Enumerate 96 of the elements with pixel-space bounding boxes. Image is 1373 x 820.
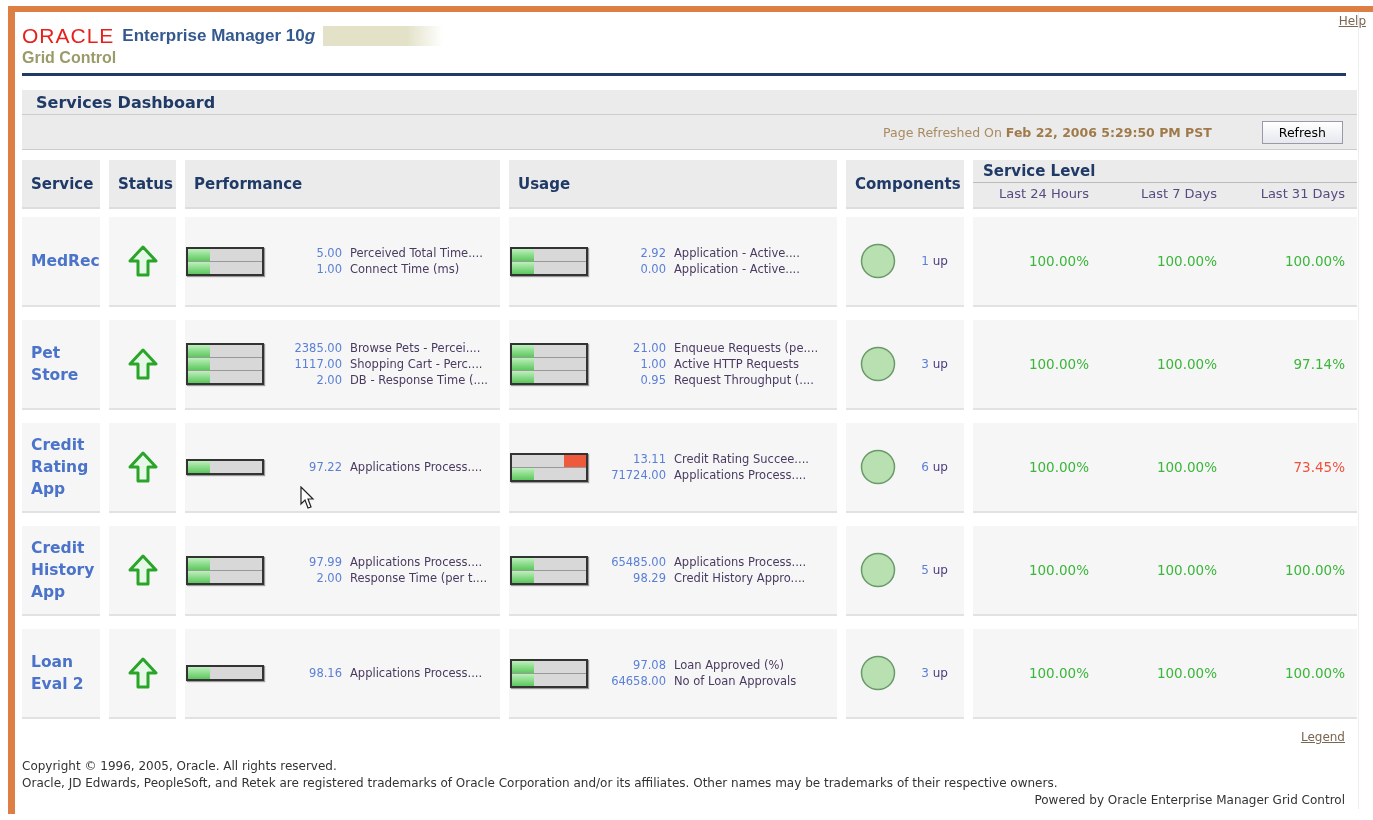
metric-value[interactable]: 0.95 (640, 373, 666, 387)
metric-name: Request Throughput (.... (674, 373, 815, 387)
service-link[interactable]: MedRec (22, 250, 100, 272)
component-count-link[interactable]: 3 (921, 357, 929, 371)
column-header: Components (846, 160, 964, 209)
metric-value[interactable]: 0.00 (640, 262, 666, 276)
metric-value[interactable]: 97.99 (309, 555, 342, 569)
metric-value[interactable]: 64658.00 (611, 674, 666, 688)
metric-name: Loan Approved (%) (674, 658, 785, 672)
service-level-value: 100.00% (1155, 356, 1218, 372)
service-link[interactable]: Pet Store (22, 342, 100, 386)
metric-value[interactable]: 97.08 (633, 658, 666, 672)
service-level-header: Service Level (973, 160, 1357, 183)
component-status: up (932, 254, 948, 268)
metric-name: Perceived Total Time.... (350, 246, 483, 260)
service-level-value: 100.00% (1155, 562, 1218, 578)
metric-name: Browse Pets - Percei.... (350, 341, 482, 355)
column-header: Service (22, 160, 100, 209)
metric-value[interactable]: 5.00 (316, 246, 342, 260)
service-level-value: 100.00% (1027, 253, 1090, 269)
service-link[interactable]: Loan Eval 2 (22, 651, 100, 695)
metric-name: Credit Rating Succee.... (674, 452, 809, 466)
metric-value[interactable]: 1.00 (316, 262, 342, 276)
service-link[interactable]: Credit Rating App (22, 434, 100, 500)
metric-value[interactable]: 71724.00 (611, 468, 666, 482)
column-header: Usage (509, 160, 837, 209)
service-link[interactable]: Credit History App (22, 537, 100, 603)
metric-value[interactable]: 1117.00 (294, 357, 342, 371)
service-level-value: 100.00% (1027, 665, 1090, 681)
metric-name: DB - Response Time (.... (350, 373, 488, 387)
product-subtitle: Grid Control (22, 49, 118, 67)
refresh-timestamp: Page Refreshed On Feb 22, 2006 5:29:50 PM PST (883, 124, 1212, 140)
service-level-value: 100.00% (1027, 562, 1090, 578)
metric-name: Enqueue Requests (pe.... (674, 341, 819, 355)
metric-value[interactable]: 65485.00 (611, 555, 666, 569)
product-title: Enterprise Manager 10g (122, 26, 316, 46)
metric-name: Applications Process.... (350, 666, 483, 680)
legend-link[interactable]: Legend (1300, 730, 1345, 744)
metric-name: Applications Process.... (674, 468, 808, 482)
column-header: Status (109, 160, 176, 209)
status-circle-icon (860, 449, 896, 485)
trademark-text: Oracle, JD Edwards, PeopleSoft, and Retek are registered trademarks of Oracle Corporation and/or its affiliates. Other names may be trademarks of their respective owners. (22, 775, 1059, 792)
status-circle-icon (860, 552, 896, 588)
metric-name: Application - Active.... (674, 246, 800, 260)
metric-name: Response Time (per t.... (350, 571, 488, 585)
service-level-value: 100.00% (1027, 459, 1090, 475)
period-header: Last 31 Days (1259, 186, 1346, 201)
column-header: Performance (185, 160, 500, 209)
service-level-value: 100.00% (1155, 665, 1218, 681)
service-level-value: 97.14% (1292, 356, 1346, 372)
metric-value[interactable]: 2385.00 (294, 341, 342, 355)
component-count-link[interactable]: 1 (921, 254, 929, 268)
help-link[interactable]: Help (1338, 14, 1366, 28)
metric-value[interactable]: 2.00 (316, 571, 342, 585)
powered-by-text: Powered by Oracle Enterprise Manager Grid Control (1033, 792, 1345, 809)
service-level-value: 100.00% (1155, 459, 1218, 475)
copyright-text: Copyright © 1996, 2005, Oracle. All rights reserved. (22, 758, 338, 775)
period-header: Last 7 Days (1139, 186, 1218, 201)
service-level-value: 100.00% (1283, 253, 1346, 269)
period-header: Last 24 Hours (998, 186, 1090, 201)
metric-name: Credit History Appro.... (674, 571, 807, 585)
metric-name: Application - Active.... (674, 262, 800, 276)
service-level-value: 100.00% (1283, 665, 1346, 681)
metric-name: No of Loan Approvals (674, 674, 797, 688)
component-count-link[interactable]: 6 (921, 460, 929, 474)
service-level-value: 100.00% (1027, 356, 1090, 372)
metric-name: Connect Time (ms) (350, 262, 461, 276)
metric-name: Shopping Cart - Perc.... (350, 357, 484, 371)
metric-value[interactable]: 2.92 (640, 246, 666, 260)
component-status: up (932, 357, 948, 371)
metric-value[interactable]: 98.16 (309, 666, 342, 680)
status-circle-icon (860, 243, 896, 279)
service-level-value: 73.45% (1292, 459, 1346, 475)
service-level-value: 100.00% (1155, 253, 1218, 269)
status-circle-icon (860, 655, 896, 691)
status-circle-icon (860, 346, 896, 382)
mouse-pointer-icon (300, 486, 316, 510)
oracle-logo: ORACLE (22, 24, 115, 48)
component-status: up (932, 460, 948, 474)
metric-name: Applications Process.... (674, 555, 807, 569)
metric-value[interactable]: 98.29 (633, 571, 666, 585)
metric-value[interactable]: 97.22 (309, 460, 342, 474)
page-title: Services Dashboard (36, 92, 216, 112)
metric-name: Applications Process.... (350, 555, 484, 569)
service-level-value: 100.00% (1283, 562, 1346, 578)
component-count-link[interactable]: 3 (921, 666, 929, 680)
component-status: up (932, 666, 948, 680)
metric-value[interactable]: 1.00 (640, 357, 666, 371)
metric-value[interactable]: 21.00 (633, 341, 666, 355)
metric-name: Active HTTP Requests (674, 357, 801, 371)
metric-name: Applications Process.... (350, 460, 483, 474)
component-count-link[interactable]: 5 (921, 563, 929, 577)
component-status: up (932, 563, 948, 577)
metric-value[interactable]: 2.00 (316, 373, 342, 387)
refresh-button[interactable]: Refresh (1261, 120, 1343, 144)
metric-value[interactable]: 13.11 (633, 452, 666, 466)
